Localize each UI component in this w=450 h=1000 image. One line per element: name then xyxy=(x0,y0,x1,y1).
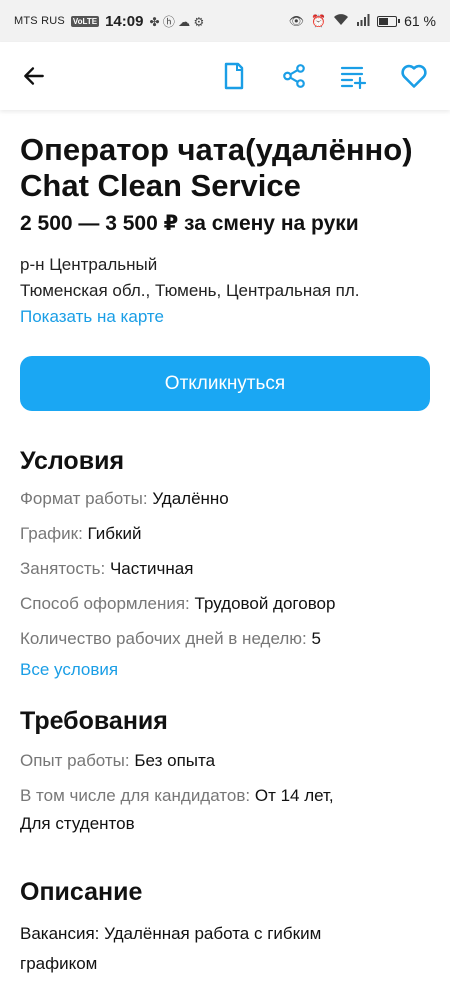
condition-row: Занятость: Частичная xyxy=(20,557,430,581)
requirement-extra: Для студентов xyxy=(20,814,135,833)
status-bar: MTS RUS VoLTE 14:09 ✤ ⓗ ☁ ⚙ 👁 ⏰ 61 % xyxy=(0,0,450,42)
vacancy-title: Оператор чата(удалённо) Chat Clean Servi… xyxy=(20,132,413,203)
eye-icon: 👁 xyxy=(288,14,305,28)
wifi-icon xyxy=(333,13,349,29)
requirement-key: В том числе для кандидатов: xyxy=(20,786,251,805)
condition-value: Частичная xyxy=(109,559,194,578)
condition-value: Трудовой договор xyxy=(194,594,336,613)
condition-value: Удалённо xyxy=(152,489,229,508)
condition-row: Количество рабочих дней в неделю: 5 xyxy=(20,627,430,651)
bookmark-icon[interactable] xyxy=(214,56,254,96)
condition-value: 5 xyxy=(311,629,321,648)
requirements-list: Опыт работы: Без опыта В том числе для к… xyxy=(20,749,430,836)
vacancy-content: Оператор чата(удалённо) Chat Clean Servi… xyxy=(0,110,450,976)
vacancy-address: р-н Центральный Тюменская обл., Тюмень, … xyxy=(20,252,430,330)
condition-value: Гибкий xyxy=(87,524,142,543)
carrier-name: MTS RUS xyxy=(14,15,65,27)
battery-percent: 61 % xyxy=(404,13,436,29)
requirement-row: В том числе для кандидатов: От 14 лет, xyxy=(20,784,430,808)
description-text: Вакансия: Удалённая работа с гибким граф… xyxy=(20,922,430,976)
signal-icon xyxy=(356,13,370,29)
heart-icon[interactable] xyxy=(394,56,434,96)
condition-key: Формат работы: xyxy=(20,489,148,508)
requirements-heading: Требования xyxy=(20,707,168,735)
vacancy-salary: 2 500 — 3 500 ₽ за смену на руки xyxy=(20,212,359,235)
description-line: Вакансия: Удалённая работа с гибким xyxy=(20,924,322,943)
app-bar xyxy=(0,42,450,110)
condition-key: График: xyxy=(20,524,83,543)
respond-button[interactable]: Откликнуться xyxy=(20,356,430,411)
playlist-add-icon[interactable] xyxy=(334,56,374,96)
condition-row: Формат работы: Удалённо xyxy=(20,487,430,511)
requirement-value: От 14 лет, xyxy=(254,786,334,805)
volte-badge: VoLTE xyxy=(70,15,100,27)
requirement-value: Без опыта xyxy=(134,751,216,770)
condition-key: Способ оформления: xyxy=(20,594,190,613)
requirement-key: Опыт работы: xyxy=(20,751,130,770)
show-on-map-link[interactable]: Показать на карте xyxy=(20,304,430,330)
all-conditions-link[interactable]: Все условия xyxy=(20,657,430,683)
condition-key: Занятость: xyxy=(20,559,106,578)
battery-icon xyxy=(377,15,401,27)
condition-key: Количество рабочих дней в неделю: xyxy=(20,629,307,648)
condition-row: Способ оформления: Трудовой договор xyxy=(20,592,430,616)
condition-row: График: Гибкий xyxy=(20,522,430,546)
share-icon[interactable] xyxy=(274,56,314,96)
alarm-icon: ⏰ xyxy=(311,14,327,28)
requirement-row: Опыт работы: Без опыта xyxy=(20,749,430,773)
notification-icons: ✤ ⓗ ☁ ⚙ xyxy=(149,14,205,29)
clock: 14:09 xyxy=(105,12,144,30)
conditions-heading: Условия xyxy=(20,447,125,475)
district: р-н Центральный xyxy=(20,255,158,274)
address-line: Тюменская обл., Тюмень, Центральная пл. xyxy=(20,281,360,300)
back-arrow-icon[interactable] xyxy=(14,56,54,96)
description-line: графиком xyxy=(20,954,98,973)
description-heading: Описание xyxy=(20,878,143,906)
conditions-list: Формат работы: Удалённо График: Гибкий З… xyxy=(20,487,430,683)
